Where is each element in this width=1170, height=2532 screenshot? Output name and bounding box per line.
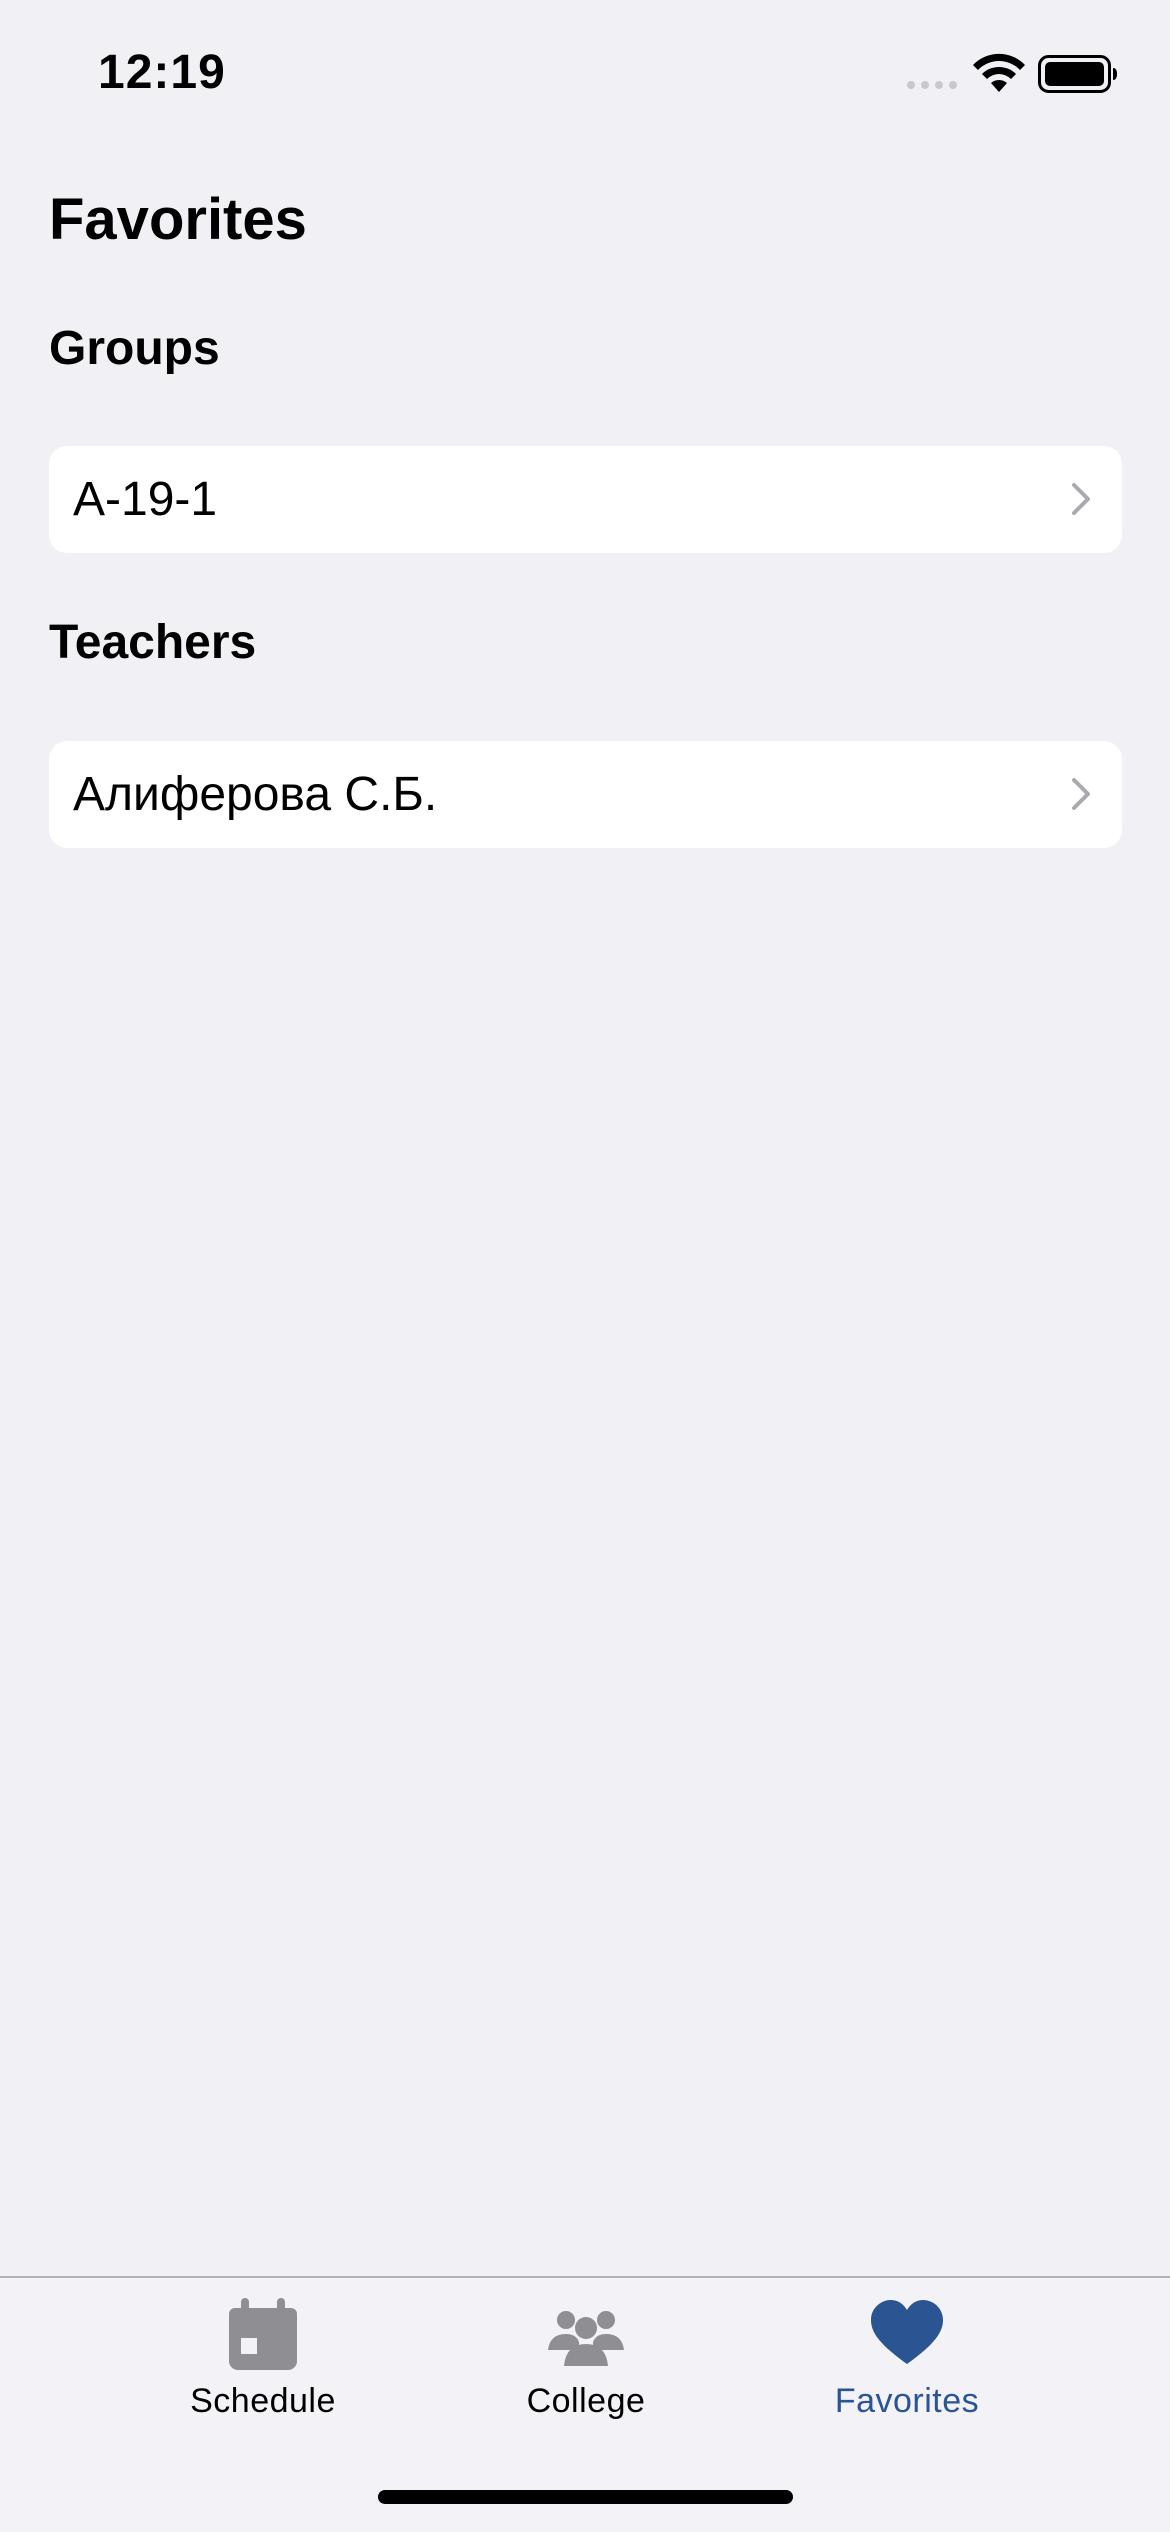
group-label: А-19-1 — [73, 473, 218, 526]
people-icon — [548, 2311, 624, 2366]
list-item-teacher[interactable]: Алиферова С.Б. — [49, 741, 1122, 848]
cellular-signal-icon — [907, 81, 957, 89]
calendar-icon — [229, 2298, 297, 2370]
teacher-label: Алиферова С.Б. — [73, 768, 438, 821]
section-title-groups: Groups — [49, 322, 220, 375]
battery-icon — [1038, 55, 1117, 93]
home-indicator[interactable] — [378, 2490, 793, 2504]
wifi-icon — [973, 53, 1025, 92]
section-title-teachers: Teachers — [49, 616, 257, 669]
tab-label: College — [526, 2382, 646, 2420]
tab-label: Favorites — [834, 2382, 980, 2420]
tab-college[interactable]: College — [456, 2278, 716, 2428]
heart-icon — [871, 2300, 943, 2364]
chevron-right-icon — [1072, 483, 1090, 515]
tab-favorites[interactable]: Favorites — [777, 2278, 1037, 2428]
list-item-group[interactable]: А-19-1 — [49, 446, 1122, 553]
tab-schedule[interactable]: Schedule — [133, 2278, 393, 2428]
chevron-right-icon — [1072, 778, 1090, 810]
tab-label: Schedule — [190, 2382, 336, 2420]
page-title: Favorites — [49, 187, 307, 252]
status-bar: 12:19 — [0, 0, 1170, 150]
status-time: 12:19 — [98, 46, 226, 99]
